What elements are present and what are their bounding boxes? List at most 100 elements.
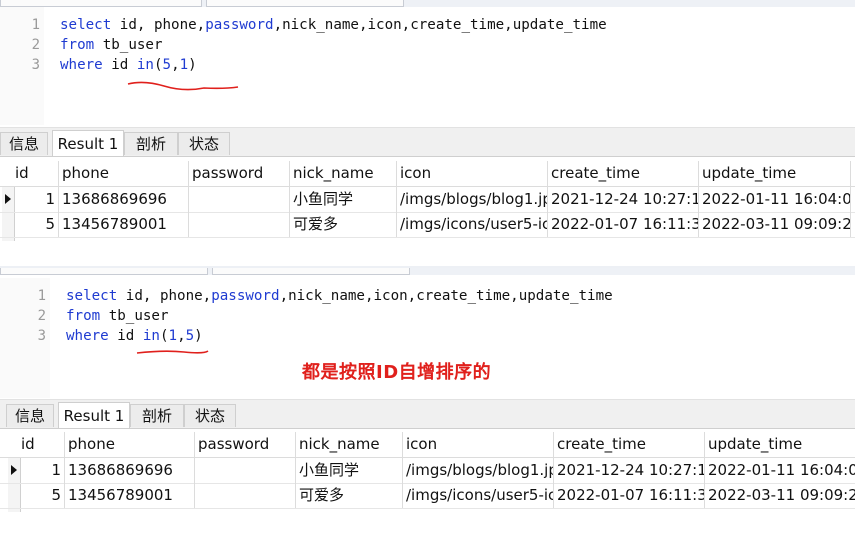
cell-create-time[interactable]: 2021-12-24 10:27:19 bbox=[554, 458, 705, 483]
cell-nick-name[interactable]: 小鱼同学 bbox=[296, 458, 403, 483]
table-row[interactable]: 513456789001 可爱多/imgs/icons/user5-icon.pn… bbox=[0, 212, 855, 238]
cell-id[interactable]: 5 bbox=[12, 212, 59, 237]
sql-text: id, phone, bbox=[117, 288, 212, 304]
annotation-note: 都是按照ID自增排序的 bbox=[302, 362, 492, 383]
sql-keyword: from bbox=[66, 308, 101, 324]
cell-create-time[interactable]: 2022-01-07 16:11:33 bbox=[548, 212, 699, 237]
cell-phone[interactable]: 13686869696 bbox=[65, 458, 195, 483]
cell-update-time[interactable]: 2022-03-11 09:09:20 bbox=[699, 212, 851, 237]
editor-tab[interactable] bbox=[0, 268, 208, 275]
sql-text: ( bbox=[153, 57, 163, 73]
column-header-nick-name[interactable]: nick_name bbox=[290, 161, 397, 186]
table-row[interactable]: 513456789001 可爱多/imgs/icons/user5-icon.pn… bbox=[0, 483, 855, 509]
sql-keyword: select bbox=[66, 288, 118, 304]
current-row-indicator-icon bbox=[11, 465, 17, 475]
code-line[interactable]: select id, phone,password,nick_name,icon… bbox=[60, 15, 607, 35]
red-underline-annotation bbox=[127, 81, 239, 91]
sql-text: tb_user bbox=[100, 308, 169, 324]
table-row[interactable]: 1 13686869696 小鱼同学/imgs/blogs/blog1.jpg 202… bbox=[0, 458, 855, 484]
sql-text: ,nick_name,icon,create_time,update_time bbox=[279, 288, 613, 304]
column-header-nick-name[interactable]: nick_name bbox=[296, 432, 403, 457]
tab-result-1[interactable]: Result 1 bbox=[52, 130, 124, 156]
table-row[interactable]: 1 13686869696 小鱼同学/imgs/blogs/blog1.jpg 202… bbox=[0, 187, 855, 213]
column-header-update-time[interactable]: update_time bbox=[705, 432, 855, 457]
code-line[interactable]: from tb_user bbox=[66, 306, 169, 326]
column-header-phone[interactable]: phone bbox=[59, 161, 189, 186]
cell-update-time[interactable]: 2022-03-11 09:09:20 bbox=[705, 483, 855, 508]
column-header-password[interactable]: password bbox=[195, 432, 296, 457]
line-number: 1 bbox=[37, 288, 46, 304]
column-header-create-time[interactable]: create_time bbox=[548, 161, 699, 186]
column-header-create-time[interactable]: create_time bbox=[554, 432, 705, 457]
editor-tab[interactable] bbox=[212, 268, 410, 275]
editor-tab[interactable] bbox=[0, 0, 202, 7]
sql-keyword: password bbox=[211, 288, 280, 304]
cell-password[interactable] bbox=[189, 212, 290, 237]
column-header-icon[interactable]: icon bbox=[397, 161, 548, 186]
tab-profile[interactable]: 剖析 bbox=[124, 132, 178, 155]
query-panel-1: 1 select id, phone,password,nick_name,ico… bbox=[0, 0, 855, 268]
red-underline-annotation bbox=[136, 350, 209, 354]
cell-password[interactable] bbox=[195, 458, 296, 483]
cell-nick-name[interactable]: 小鱼同学 bbox=[290, 187, 397, 212]
query-panel-2: 1 select id, phone,password,nick_name,ico… bbox=[0, 268, 855, 534]
tab-info[interactable]: 信息 bbox=[6, 404, 54, 427]
code-line[interactable]: where id in(1,5) bbox=[66, 326, 203, 346]
sql-keyword: select bbox=[60, 17, 112, 33]
cell-phone[interactable]: 13456789001 bbox=[59, 212, 189, 237]
sql-keyword: password bbox=[205, 17, 274, 33]
column-header-update-time[interactable]: update_time bbox=[699, 161, 851, 186]
sql-text: ( bbox=[159, 328, 169, 344]
sql-keyword: in bbox=[136, 57, 154, 73]
cell-icon[interactable]: /imgs/icons/user5-icon.png bbox=[397, 212, 548, 237]
cell-nick-name[interactable]: 可爱多 bbox=[296, 483, 403, 508]
sql-keyword: 5 bbox=[162, 57, 172, 73]
sql-text: id bbox=[102, 57, 137, 73]
result-tabbar: 信息 Result 1 剖析 状态 bbox=[0, 127, 855, 157]
sql-keyword: 5 bbox=[185, 328, 195, 344]
cell-phone[interactable]: 13686869696 bbox=[59, 187, 189, 212]
code-line[interactable]: from tb_user bbox=[60, 35, 163, 55]
line-number: 3 bbox=[31, 57, 40, 73]
sql-keyword: in bbox=[142, 328, 160, 344]
cell-id[interactable]: 1 bbox=[18, 458, 65, 483]
column-header-id[interactable]: id bbox=[18, 432, 65, 457]
sql-text: , bbox=[177, 328, 186, 344]
code-line[interactable]: select id, phone,password,nick_name,icon… bbox=[66, 286, 613, 306]
tab-profile[interactable]: 剖析 bbox=[130, 404, 184, 427]
tab-result-1[interactable]: Result 1 bbox=[58, 402, 130, 428]
cell-id[interactable]: 1 bbox=[12, 187, 59, 212]
sql-text: ) bbox=[188, 57, 197, 73]
tab-status[interactable]: 状态 bbox=[184, 404, 236, 427]
column-header-password[interactable]: password bbox=[189, 161, 290, 186]
sql-text: id bbox=[108, 328, 143, 344]
column-header-icon[interactable]: icon bbox=[403, 432, 554, 457]
cell-icon[interactable]: /imgs/icons/user5-icon.png bbox=[403, 483, 554, 508]
editor-tab[interactable] bbox=[206, 0, 404, 7]
cell-create-time[interactable]: 2021-12-24 10:27:19 bbox=[548, 187, 699, 212]
cell-phone[interactable]: 13456789001 bbox=[65, 483, 195, 508]
editor-tab-strip bbox=[0, 268, 855, 275]
line-number: 2 bbox=[31, 37, 40, 53]
tab-info[interactable]: 信息 bbox=[0, 132, 48, 155]
cell-icon[interactable]: /imgs/blogs/blog1.jpg bbox=[397, 187, 548, 212]
line-number: 1 bbox=[31, 17, 40, 33]
sql-text: ) bbox=[194, 328, 203, 344]
column-header-phone[interactable]: phone bbox=[65, 432, 195, 457]
cell-nick-name[interactable]: 可爱多 bbox=[290, 212, 397, 237]
column-header-id[interactable]: id bbox=[12, 161, 59, 186]
cell-update-time[interactable]: 2022-01-11 16:04:00 bbox=[705, 458, 855, 483]
sql-keyword: 1 bbox=[168, 328, 178, 344]
cell-update-time[interactable]: 2022-01-11 16:04:00 bbox=[699, 187, 851, 212]
cell-create-time[interactable]: 2022-01-07 16:11:33 bbox=[554, 483, 705, 508]
sql-editor[interactable]: 1 select id, phone,password,nick_name,ico… bbox=[0, 7, 855, 125]
cell-id[interactable]: 5 bbox=[18, 483, 65, 508]
grid-header: id phone password nick_name icon create_time u… bbox=[0, 432, 855, 458]
cell-password[interactable] bbox=[195, 483, 296, 508]
cell-password[interactable] bbox=[189, 187, 290, 212]
result-grid: id phone password nick_name icon create_time u… bbox=[0, 432, 855, 512]
sql-keyword: where bbox=[60, 57, 103, 73]
tab-status[interactable]: 状态 bbox=[178, 132, 230, 155]
cell-icon[interactable]: /imgs/blogs/blog1.jpg bbox=[403, 458, 554, 483]
code-line[interactable]: where id in(5,1) bbox=[60, 55, 197, 75]
